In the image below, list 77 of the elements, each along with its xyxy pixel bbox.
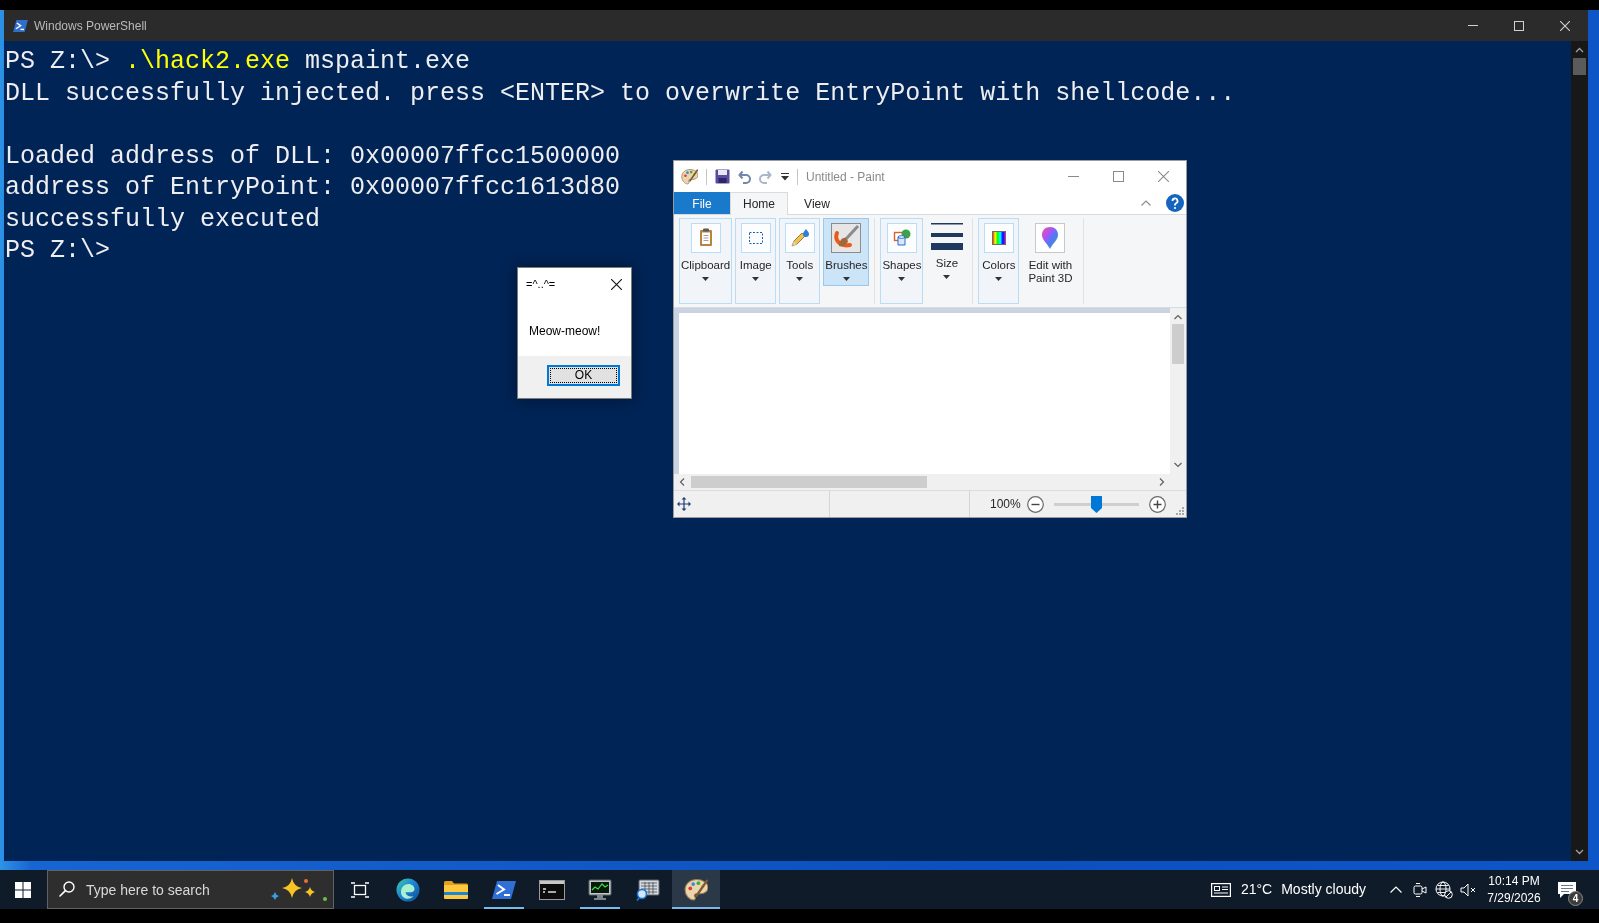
palette-icon[interactable] xyxy=(681,168,698,185)
argument-text: mspaint.exe xyxy=(305,47,471,76)
vertical-scrollbar[interactable] xyxy=(1170,308,1186,474)
output-line: address of EntryPoint: 0x00007ffcc1613d80 xyxy=(5,173,621,202)
folder-icon[interactable] xyxy=(444,879,468,900)
task-view-icon[interactable] xyxy=(351,881,369,898)
monitor-magnifier-icon[interactable] xyxy=(636,878,660,901)
ribbon-tab[interactable]: Home xyxy=(730,192,788,215)
monitor-chart-icon[interactable] xyxy=(588,878,612,901)
color-drop-icon xyxy=(1035,223,1066,253)
zoom-in-icon[interactable] xyxy=(1148,495,1166,513)
ribbon-tab[interactable]: View xyxy=(788,192,846,214)
move-icon xyxy=(677,497,691,511)
ribbon-button[interactable]: Size xyxy=(926,218,968,284)
prompt-icon[interactable] xyxy=(492,879,516,900)
vertical-scrollbar[interactable] xyxy=(1571,41,1588,861)
prompt-icon xyxy=(13,19,28,32)
horizontal-scrollbar[interactable] xyxy=(674,474,1186,490)
caret-icon xyxy=(796,277,804,281)
swirl-icon[interactable] xyxy=(396,877,420,902)
ribbon-button[interactable]: Edit with Paint 3D xyxy=(1022,218,1079,290)
dialog-title: =^..^= xyxy=(526,277,556,293)
undo-icon[interactable] xyxy=(738,169,752,184)
clock-time[interactable]: 10:14 PM xyxy=(1488,872,1540,890)
caret-icon xyxy=(752,277,760,281)
caret-icon xyxy=(842,277,850,281)
caret-icon xyxy=(702,277,710,281)
file-menu-button[interactable]: File xyxy=(674,192,730,214)
prompt-text: PS Z:\> xyxy=(5,47,111,76)
close-icon[interactable] xyxy=(610,279,622,290)
windows-logo-icon[interactable] xyxy=(14,881,31,898)
search-icon xyxy=(59,881,75,897)
brush-icon xyxy=(831,223,862,253)
ribbon-group-button[interactable]: Colors xyxy=(978,218,1020,304)
command-text: .\hack2.exe xyxy=(125,47,291,76)
selection-icon xyxy=(740,223,771,253)
ribbon-group-button[interactable]: Shapes xyxy=(880,218,924,304)
clipboard-icon xyxy=(690,223,721,253)
sparkle-icon xyxy=(270,877,328,902)
pencil-icon xyxy=(784,223,815,253)
camera-icon[interactable] xyxy=(1413,881,1427,898)
globe-blocked-icon[interactable] xyxy=(1435,880,1453,899)
window-title: Windows PowerShell xyxy=(34,17,147,35)
window-title: Untitled - Paint xyxy=(806,168,885,186)
caret-icon xyxy=(943,275,951,279)
ok-button[interactable]: OK xyxy=(547,365,620,386)
ribbon-group-button[interactable]: Image xyxy=(735,218,777,304)
ribbon-group-button[interactable]: Tools xyxy=(779,218,821,304)
slider-thumb[interactable] xyxy=(1090,495,1102,513)
help-icon[interactable] xyxy=(1166,194,1184,212)
temperature-text[interactable]: 21°C xyxy=(1240,879,1273,900)
shapes-icon xyxy=(886,223,917,253)
caret-icon[interactable] xyxy=(781,172,789,181)
ribbon-group-button[interactable]: Clipboard xyxy=(679,218,733,304)
caret-icon xyxy=(898,277,906,281)
taskbar-app-button[interactable] xyxy=(672,870,720,909)
prompt-text: PS Z:\> xyxy=(5,236,111,265)
clock-date[interactable]: 7/29/2026 xyxy=(1487,889,1541,907)
output-line: Loaded address of DLL: 0x00007ffcc1500000 xyxy=(5,141,621,171)
console-icon[interactable] xyxy=(539,879,565,900)
palette-icon[interactable] xyxy=(684,878,708,901)
newspaper-icon[interactable] xyxy=(1210,882,1231,897)
speaker-muted-icon[interactable] xyxy=(1460,882,1476,897)
line-weights-icon xyxy=(930,223,963,251)
floppy-icon[interactable] xyxy=(715,169,730,184)
output-line: successfully executed xyxy=(5,204,321,234)
dialog-message: Meow-meow! xyxy=(529,324,601,338)
zoom-level: 100% xyxy=(990,496,1021,513)
ribbon-button[interactable]: Brushes xyxy=(823,218,870,286)
resize-grip-icon[interactable] xyxy=(1176,507,1184,515)
search-field[interactable]: Type here to search xyxy=(47,870,334,909)
output-line: DLL successfully injected. press <ENTER> to overwrite EntryPoint with shellcode... xyxy=(5,78,1236,108)
caret-icon xyxy=(995,277,1003,281)
weather-text[interactable]: Mostly cloudy xyxy=(1281,879,1366,900)
maximize-icon[interactable] xyxy=(1514,20,1524,31)
zoom-out-icon[interactable] xyxy=(1026,495,1044,513)
rainbow-swatch-icon xyxy=(983,223,1014,253)
